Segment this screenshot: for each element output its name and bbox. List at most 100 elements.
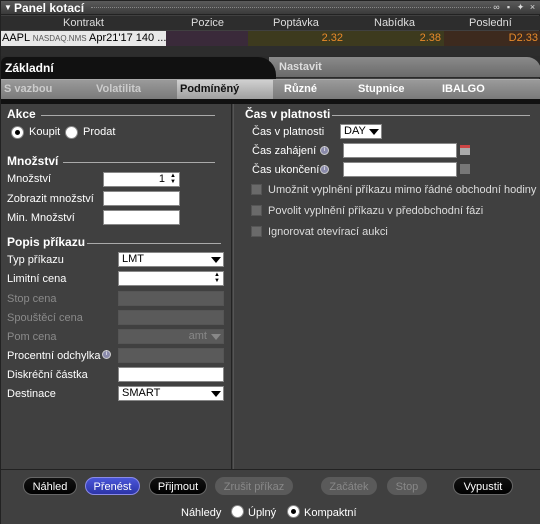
display-qty-label: Zobrazit množství xyxy=(7,193,94,205)
display-qty-input[interactable] xyxy=(103,191,180,206)
limit-price-input[interactable]: ▲ ▼ xyxy=(118,271,224,286)
ask-cell[interactable]: 2.38 xyxy=(346,31,444,46)
destination-value: SMART xyxy=(122,387,161,399)
col-position: Pozice xyxy=(191,17,225,29)
tif-value: DAY xyxy=(344,125,366,137)
qty-label: Množství xyxy=(7,173,52,185)
ignore-open-label[interactable]: Ignorovat otevírací aukci xyxy=(268,226,388,238)
min-qty-label: Min. Množství xyxy=(7,212,75,224)
tab-volatility[interactable]: Volatilita xyxy=(93,80,177,99)
buy-radio[interactable] xyxy=(11,126,24,139)
order-type-value: LMT xyxy=(122,253,144,265)
outside-rth-checkbox[interactable] xyxy=(251,184,262,195)
col-ask: Nabídka xyxy=(374,17,415,29)
start-time-input[interactable] xyxy=(343,143,457,158)
tab-misc[interactable]: Různé xyxy=(281,80,351,99)
preview-compact-radio[interactable] xyxy=(287,505,300,518)
collapse-arrow-icon[interactable]: ▼ xyxy=(4,3,12,12)
position-cell xyxy=(166,31,248,46)
end-time-label: Čas ukončení xyxy=(252,164,320,176)
contract-detail: Apr21'17 140 ... xyxy=(89,32,166,44)
close-icon[interactable]: × xyxy=(528,2,537,12)
link-icon[interactable]: ∞ xyxy=(492,2,501,12)
tab-conditional[interactable]: Podmíněný xyxy=(177,80,273,99)
tab-settings[interactable]: Nastavit xyxy=(269,57,540,77)
col-contract: Kontrakt xyxy=(63,17,104,29)
aux-price-label: Pom cena xyxy=(7,331,57,343)
discretionary-label: Diskréční částka xyxy=(7,369,88,381)
limit-price-label: Limitní cena xyxy=(7,273,67,285)
previews-label: Náhledy xyxy=(181,507,222,519)
spacer xyxy=(1,46,540,56)
trigger-price-input xyxy=(118,310,224,325)
buy-label[interactable]: Koupit xyxy=(29,126,60,138)
info-icon[interactable]: i xyxy=(320,165,329,174)
pct-offset-input xyxy=(118,348,224,363)
quantity-divider xyxy=(63,162,215,163)
preview-compact-label[interactable]: Kompaktní xyxy=(304,507,357,519)
quote-row[interactable]: AAPL NASDAQ.NMS Apr21'17 140 ... 2.32 2.… xyxy=(1,31,540,46)
start-button: Začátek xyxy=(321,477,377,495)
ignore-open-checkbox[interactable] xyxy=(251,226,262,237)
limit-price-stepper[interactable]: ▲ ▼ xyxy=(212,272,222,285)
min-qty-input[interactable] xyxy=(103,210,180,225)
chevron-down-icon xyxy=(211,391,221,397)
aux-price-unit: amt xyxy=(188,330,207,342)
end-time-input[interactable] xyxy=(343,162,457,177)
validity-divider xyxy=(332,115,530,116)
transmit-button[interactable]: Přenést xyxy=(85,477,140,495)
tab-attached[interactable]: S vazbou xyxy=(1,80,93,99)
tif-select[interactable]: DAY xyxy=(340,124,382,139)
order-ticket-window: ▼ Panel kotací ∞ ▪ ✦ × Kontrakt Pozice P… xyxy=(0,0,540,524)
chevron-down-icon xyxy=(369,129,379,135)
premarket-label[interactable]: Povolit vyplnění příkazu v předobchodní … xyxy=(268,205,483,217)
start-time-label: Čas zahájení xyxy=(252,145,317,157)
action-title: Akce xyxy=(7,107,36,121)
order-title: Popis příkazu xyxy=(7,235,86,249)
stop-price-input xyxy=(118,291,224,306)
order-divider xyxy=(87,243,221,244)
accept-button[interactable]: Přijmout xyxy=(149,477,207,495)
order-type-select[interactable]: LMT xyxy=(118,252,224,267)
title-bar[interactable]: ▼ Panel kotací ∞ ▪ ✦ × xyxy=(1,1,540,15)
calendar-icon[interactable] xyxy=(460,164,470,174)
symbol: AAPL xyxy=(2,32,30,44)
premarket-checkbox[interactable] xyxy=(251,205,262,216)
info-icon[interactable]: i xyxy=(102,350,111,359)
quote-header: Kontrakt Pozice Poptávka Nabídka Posledn… xyxy=(1,16,540,30)
tab-basic[interactable]: Základní xyxy=(1,57,276,79)
cancel-order-button: Zrušit příkaz xyxy=(215,477,293,495)
preview-full-radio[interactable] xyxy=(231,505,244,518)
preview-button[interactable]: Náhled xyxy=(23,477,77,495)
tab-ibalgo[interactable]: IBALGO xyxy=(439,80,539,99)
qty-input[interactable]: 1 ▲ ▼ xyxy=(103,172,180,187)
bid-cell[interactable]: 2.32 xyxy=(248,31,346,46)
preview-full-label[interactable]: Úplný xyxy=(248,507,276,519)
outside-rth-label[interactable]: Umožnit vyplnění příkazu mimo řádné obch… xyxy=(268,184,536,196)
tif-label: Čas v platnosti xyxy=(252,126,325,138)
action-divider xyxy=(41,115,215,116)
sell-label[interactable]: Prodat xyxy=(83,126,115,138)
qty-value: 1 xyxy=(158,173,165,185)
destination-select[interactable]: SMART xyxy=(118,386,224,401)
info-icon[interactable]: i xyxy=(320,146,329,155)
lock-icon[interactable]: ▪ xyxy=(504,2,513,12)
quantity-title: Množství xyxy=(7,154,59,168)
col-bid: Poptávka xyxy=(273,17,319,29)
calendar-icon[interactable] xyxy=(460,145,470,155)
discretionary-input[interactable] xyxy=(118,367,224,382)
trigger-price-label: Spouštěcí cena xyxy=(7,312,83,324)
tab-scale[interactable]: Stupnice xyxy=(355,80,435,99)
pct-offset-label: Procentní odchylka xyxy=(7,350,101,362)
stop-button: Stop xyxy=(387,477,427,495)
release-button[interactable]: Vypustit xyxy=(453,477,513,495)
chevron-down-icon xyxy=(211,257,221,263)
contract-cell[interactable]: AAPL NASDAQ.NMS Apr21'17 140 ... xyxy=(1,31,166,46)
title-icons: ∞ ▪ ✦ × xyxy=(492,2,537,12)
settings-icon[interactable]: ✦ xyxy=(516,2,525,12)
sell-radio[interactable] xyxy=(65,126,78,139)
last-cell: D2.33 xyxy=(444,31,540,46)
aux-price-select: amt xyxy=(118,329,224,344)
validity-title: Čas v platnosti xyxy=(245,107,331,121)
qty-stepper[interactable]: ▲ ▼ xyxy=(168,173,178,186)
